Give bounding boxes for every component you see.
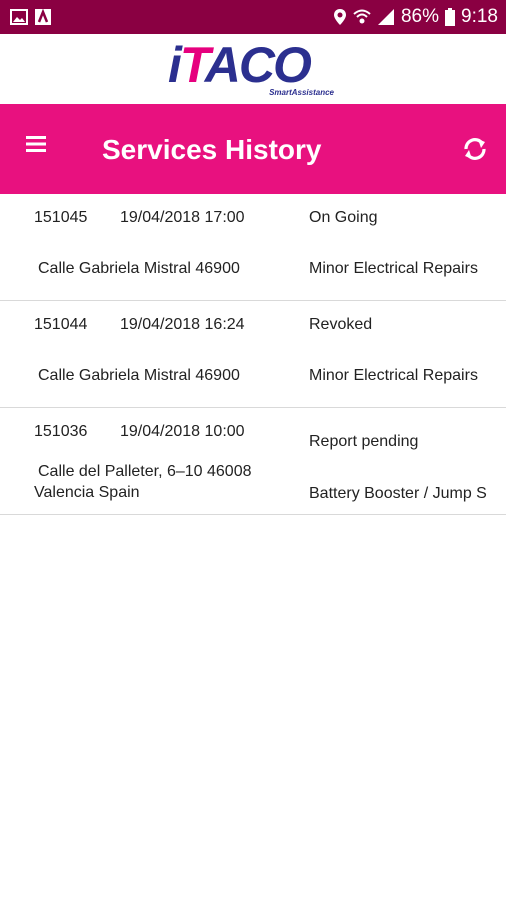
service-status: Report pending	[309, 433, 419, 450]
service-id: 151045	[34, 209, 88, 226]
location-icon	[333, 8, 347, 26]
service-address: Calle Gabriela Mistral 46900	[38, 367, 240, 384]
gallery-icon	[10, 0, 28, 34]
signal-icon	[377, 8, 395, 26]
wifi-icon	[353, 8, 371, 26]
services-list: 151045 19/04/2018 17:00 On Going Calle G…	[0, 194, 506, 515]
menu-icon	[26, 136, 46, 152]
service-id: 151036	[34, 423, 88, 440]
page-title: Services History	[102, 134, 322, 165]
service-status: On Going	[309, 209, 378, 226]
service-type: Minor Electrical Repairs	[309, 367, 478, 384]
refresh-icon	[464, 138, 486, 160]
logo-header: iTACO SmartAssistance	[0, 34, 506, 104]
logo-tagline: SmartAssistance	[269, 88, 334, 97]
refresh-button[interactable]	[460, 134, 492, 166]
service-status: Revoked	[309, 316, 373, 333]
logo-brand-text: iTACO	[168, 37, 312, 93]
service-row[interactable]: 151044 19/04/2018 16:24 Revoked Calle Ga…	[0, 301, 506, 408]
maps-icon	[34, 0, 52, 34]
logo-brand: iTACO	[168, 37, 312, 93]
clock: 9:18	[461, 6, 498, 27]
service-datetime: 19/04/2018 16:24	[120, 316, 245, 333]
itaco-logo: iTACO SmartAssistance	[168, 40, 340, 100]
app-bar: Services History	[0, 104, 506, 194]
service-address-line1: Calle del Palleter, 6–10 46008	[38, 463, 252, 480]
battery-text: 86%	[400, 6, 440, 27]
service-row[interactable]: 151036 19/04/2018 10:00 Report pending C…	[0, 408, 506, 515]
status-bar: 86% 9:18	[0, 0, 506, 34]
service-datetime: 19/04/2018 10:00	[120, 423, 245, 440]
service-type: Minor Electrical Repairs	[309, 260, 478, 277]
service-row[interactable]: 151045 19/04/2018 17:00 On Going Calle G…	[0, 194, 506, 301]
battery-icon	[445, 8, 456, 26]
service-address-line2: Valencia Spain	[34, 484, 140, 501]
service-address: Calle Gabriela Mistral 46900	[38, 260, 240, 277]
menu-button[interactable]	[26, 134, 54, 162]
service-id: 151044	[34, 316, 88, 333]
service-type: Battery Booster / Jump S	[309, 485, 487, 502]
service-datetime: 19/04/2018 17:00	[120, 209, 245, 226]
